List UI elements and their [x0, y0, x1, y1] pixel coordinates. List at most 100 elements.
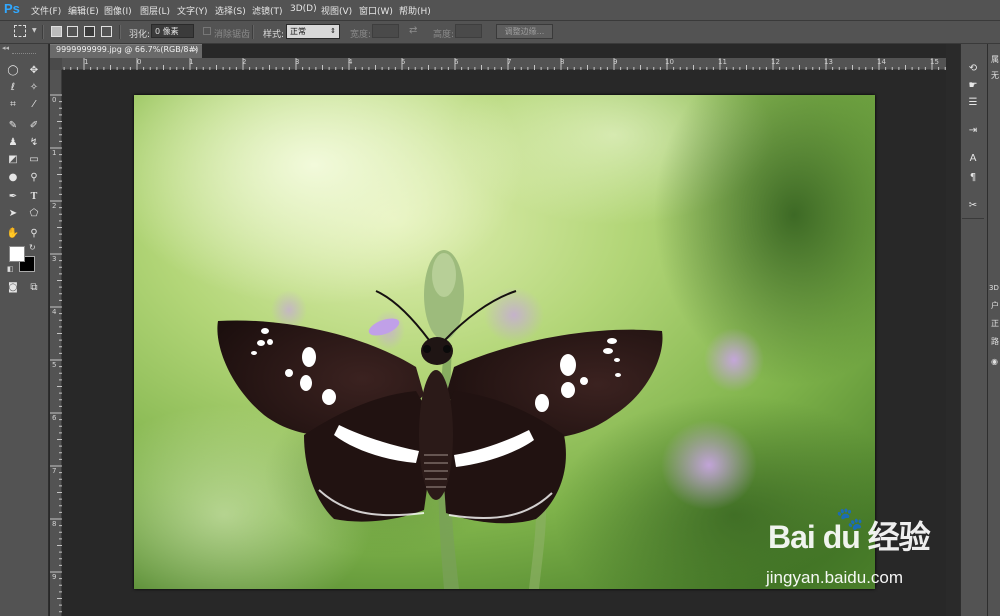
- menu-help[interactable]: 帮助(H): [399, 4, 431, 17]
- zoom-icon[interactable]: ⚲: [27, 227, 41, 240]
- butterfly-photo: [134, 95, 875, 589]
- horizontal-ruler-ticks: [63, 58, 946, 70]
- menu-window[interactable]: 窗口(W): [359, 4, 393, 17]
- ruler-label: 9: [52, 573, 57, 581]
- height-input[interactable]: [455, 24, 482, 38]
- clone-stamp-icon[interactable]: ♟: [6, 136, 20, 149]
- width-label: 宽度:: [350, 30, 372, 40]
- watermark-url: jingyan.baidu.com: [766, 568, 904, 587]
- layers-comp-panel-icon[interactable]: ⇥: [965, 124, 981, 138]
- menu-layer[interactable]: 图层(L): [140, 4, 170, 17]
- panel-row[interactable]: 户: [991, 300, 999, 311]
- menu-view[interactable]: 视图(V): [321, 4, 352, 17]
- path-selection-icon[interactable]: ➤: [6, 207, 20, 220]
- ruler-label: 5: [52, 361, 57, 369]
- panel-divider: [962, 218, 984, 219]
- magic-wand-icon[interactable]: ✧: [27, 81, 41, 94]
- menu-select[interactable]: 选择(S): [215, 4, 246, 17]
- style-select[interactable]: 正常 ⇕: [286, 24, 340, 39]
- antialias-checkbox[interactable]: [203, 27, 211, 35]
- paragraph-panel-icon[interactable]: ¶: [965, 171, 981, 185]
- ruler-label: 12: [771, 58, 780, 66]
- brush-icon[interactable]: ✐: [27, 119, 41, 132]
- history-brush-icon[interactable]: ↯: [27, 136, 41, 149]
- marquee-preset-icon[interactable]: [14, 25, 26, 37]
- antialias-label: 消除锯齿: [214, 30, 251, 40]
- photoshop-logo: Ps: [4, 1, 20, 16]
- ruler-label: 14: [877, 58, 886, 66]
- feather-input[interactable]: 0 像素: [151, 24, 194, 38]
- ruler-label: 9: [613, 58, 618, 66]
- quick-mask-icon[interactable]: ◙: [6, 281, 20, 294]
- panel-row[interactable]: 正: [991, 318, 999, 329]
- screen-mode-icon[interactable]: ⧉: [27, 281, 41, 294]
- width-input[interactable]: [372, 24, 399, 38]
- refine-edge-button[interactable]: 调整边缘...: [496, 24, 553, 39]
- swap-colors-icon[interactable]: ↻: [29, 243, 36, 252]
- foreground-color-swatch[interactable]: [9, 246, 25, 262]
- blur-icon[interactable]: ●: [6, 171, 20, 184]
- properties-value: 无: [991, 71, 999, 80]
- add-to-selection-icon[interactable]: [67, 26, 78, 37]
- menu-3d[interactable]: 3D(D): [290, 4, 317, 14]
- dodge-icon[interactable]: ⚲: [27, 171, 41, 184]
- swap-dimensions-icon[interactable]: ⇄: [409, 25, 417, 36]
- menu-filter[interactable]: 滤镜(T): [252, 4, 283, 17]
- image-canvas[interactable]: [134, 95, 875, 589]
- expanded-panel-edge: [987, 44, 1000, 616]
- hand-icon[interactable]: ✋: [6, 227, 20, 240]
- type-icon[interactable]: T: [27, 190, 41, 203]
- document-tab-title[interactable]: 9999999999.jpg @ 66.7%(RGB/8#): [56, 45, 198, 54]
- close-icon[interactable]: ×: [192, 45, 199, 54]
- new-selection-icon[interactable]: [51, 26, 62, 37]
- style-label: 样式:: [263, 30, 285, 40]
- ruler-label: 2: [242, 58, 247, 66]
- collapse-panel-icon[interactable]: ◂◂: [2, 44, 9, 52]
- move-icon[interactable]: ✥: [27, 64, 41, 77]
- menu-edit[interactable]: 编辑(E): [68, 4, 99, 17]
- ruler-label: 1: [84, 58, 89, 66]
- subtract-from-selection-icon[interactable]: [84, 26, 95, 37]
- ruler-label: 11: [718, 58, 727, 66]
- gradient-icon[interactable]: ▭: [27, 153, 41, 166]
- ruler-label: 2: [52, 202, 57, 210]
- properties-tab[interactable]: 属: [991, 54, 999, 65]
- ruler-label: 6: [52, 414, 57, 422]
- visibility-icon[interactable]: ◉: [991, 357, 998, 366]
- crop-icon[interactable]: ⌗: [6, 98, 20, 111]
- healing-brush-icon[interactable]: ✎: [6, 119, 20, 132]
- ruler-origin[interactable]: [50, 58, 62, 70]
- menu-file[interactable]: 文件(F): [31, 4, 61, 17]
- ruler-label: 1: [189, 58, 194, 66]
- history-panel-icon[interactable]: ⟲: [965, 62, 981, 76]
- actions-panel-icon[interactable]: ☛: [965, 79, 981, 93]
- shape-icon[interactable]: ⬠: [27, 207, 41, 220]
- panel-gap: [946, 44, 960, 616]
- paw-icon: 🐾: [836, 507, 864, 532]
- tool-presets-panel-icon[interactable]: ✂: [965, 199, 981, 213]
- intersect-selection-icon[interactable]: [101, 26, 112, 37]
- ruler-label: 3: [295, 58, 300, 66]
- panel-row[interactable]: 路: [991, 336, 999, 347]
- menu-type[interactable]: 文字(Y): [177, 4, 208, 17]
- 3d-tab[interactable]: 3D: [989, 284, 999, 292]
- eyedropper-icon[interactable]: ⁄: [27, 98, 41, 111]
- marquee-icon[interactable]: ◯: [6, 64, 20, 77]
- ruler-label: 7: [52, 467, 57, 475]
- feather-label: 羽化:: [129, 30, 151, 40]
- pen-icon[interactable]: ✒: [6, 190, 20, 203]
- panel-grip: [12, 53, 36, 55]
- lasso-icon[interactable]: ℓ: [6, 81, 20, 94]
- preset-dropdown-icon[interactable]: ▼: [32, 27, 37, 34]
- default-colors-icon[interactable]: ◧: [7, 265, 14, 273]
- chevron-down-icon: ⇕: [330, 27, 336, 35]
- character-panel-icon[interactable]: A: [965, 152, 981, 166]
- eraser-icon[interactable]: ◩: [6, 153, 20, 166]
- adjustments-panel-icon[interactable]: ☰: [965, 96, 981, 110]
- menu-image[interactable]: 图像(I): [104, 4, 132, 17]
- ruler-label: 0: [52, 96, 57, 104]
- ruler-label: 4: [52, 308, 57, 316]
- ruler-label: 8: [52, 520, 57, 528]
- style-select-value: 正常: [290, 27, 306, 36]
- ruler-label: 7: [507, 58, 512, 66]
